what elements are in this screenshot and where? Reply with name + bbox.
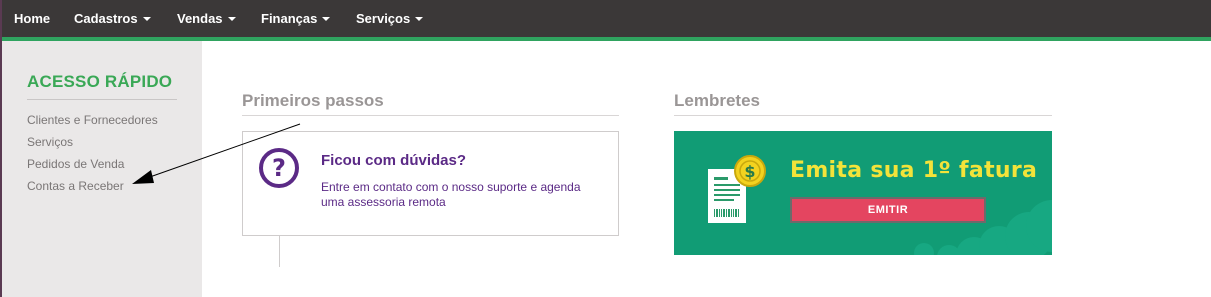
nav-financas[interactable]: Finanças bbox=[261, 0, 331, 37]
help-card[interactable]: ? Ficou com dúvidas? Entre em contato co… bbox=[242, 131, 619, 236]
sidebar-link-contas-receber[interactable]: Contas a Receber bbox=[27, 179, 124, 193]
sidebar-divider bbox=[27, 99, 177, 100]
caret-down-icon bbox=[227, 17, 236, 21]
svg-text:$: $ bbox=[744, 162, 755, 181]
caret-down-icon bbox=[415, 17, 424, 21]
timeline-connector bbox=[279, 236, 280, 267]
invoice-dollar-icon: $ bbox=[708, 155, 766, 223]
sidebar-title: ACESSO RÁPIDO bbox=[27, 72, 173, 91]
primeiros-passos-divider bbox=[242, 115, 619, 116]
emitir-button[interactable]: EMITIR bbox=[790, 197, 986, 223]
lembretes-divider bbox=[674, 115, 1052, 116]
nav-cadastros[interactable]: Cadastros bbox=[74, 0, 151, 37]
lembretes-title: Lembretes bbox=[674, 91, 760, 110]
sidebar: ACESSO RÁPIDO Clientes e Fornecedores Se… bbox=[2, 41, 202, 297]
top-navbar: Home Cadastros Vendas Finanças Serviços bbox=[2, 0, 1211, 37]
banner-title: Emita sua 1º fatura bbox=[790, 158, 1038, 183]
caret-down-icon bbox=[142, 17, 151, 21]
caret-down-icon bbox=[322, 17, 331, 21]
sidebar-link-servicos[interactable]: Serviços bbox=[27, 135, 73, 149]
nav-cadastros-label: Cadastros bbox=[74, 11, 138, 26]
primeiros-passos-title: Primeiros passos bbox=[242, 91, 384, 110]
nav-vendas[interactable]: Vendas bbox=[177, 0, 236, 37]
nav-financas-label: Finanças bbox=[261, 11, 318, 26]
reminder-banner[interactable]: $ Emita sua 1º fatura EMITIR bbox=[674, 131, 1052, 255]
sidebar-link-clientes-fornecedores[interactable]: Clientes e Fornecedores bbox=[27, 113, 158, 127]
nav-servicos[interactable]: Serviços bbox=[356, 0, 424, 37]
question-circle-icon: ? bbox=[259, 148, 299, 188]
nav-home[interactable]: Home bbox=[14, 0, 50, 37]
nav-home-label: Home bbox=[14, 11, 51, 26]
nav-servicos-label: Serviços bbox=[356, 11, 411, 26]
sidebar-link-pedidos-venda[interactable]: Pedidos de Venda bbox=[27, 157, 124, 171]
help-card-text: Entre em contato com o nosso suporte e a… bbox=[321, 180, 581, 209]
help-card-title: Ficou com dúvidas? bbox=[321, 152, 467, 169]
nav-vendas-label: Vendas bbox=[177, 11, 223, 26]
